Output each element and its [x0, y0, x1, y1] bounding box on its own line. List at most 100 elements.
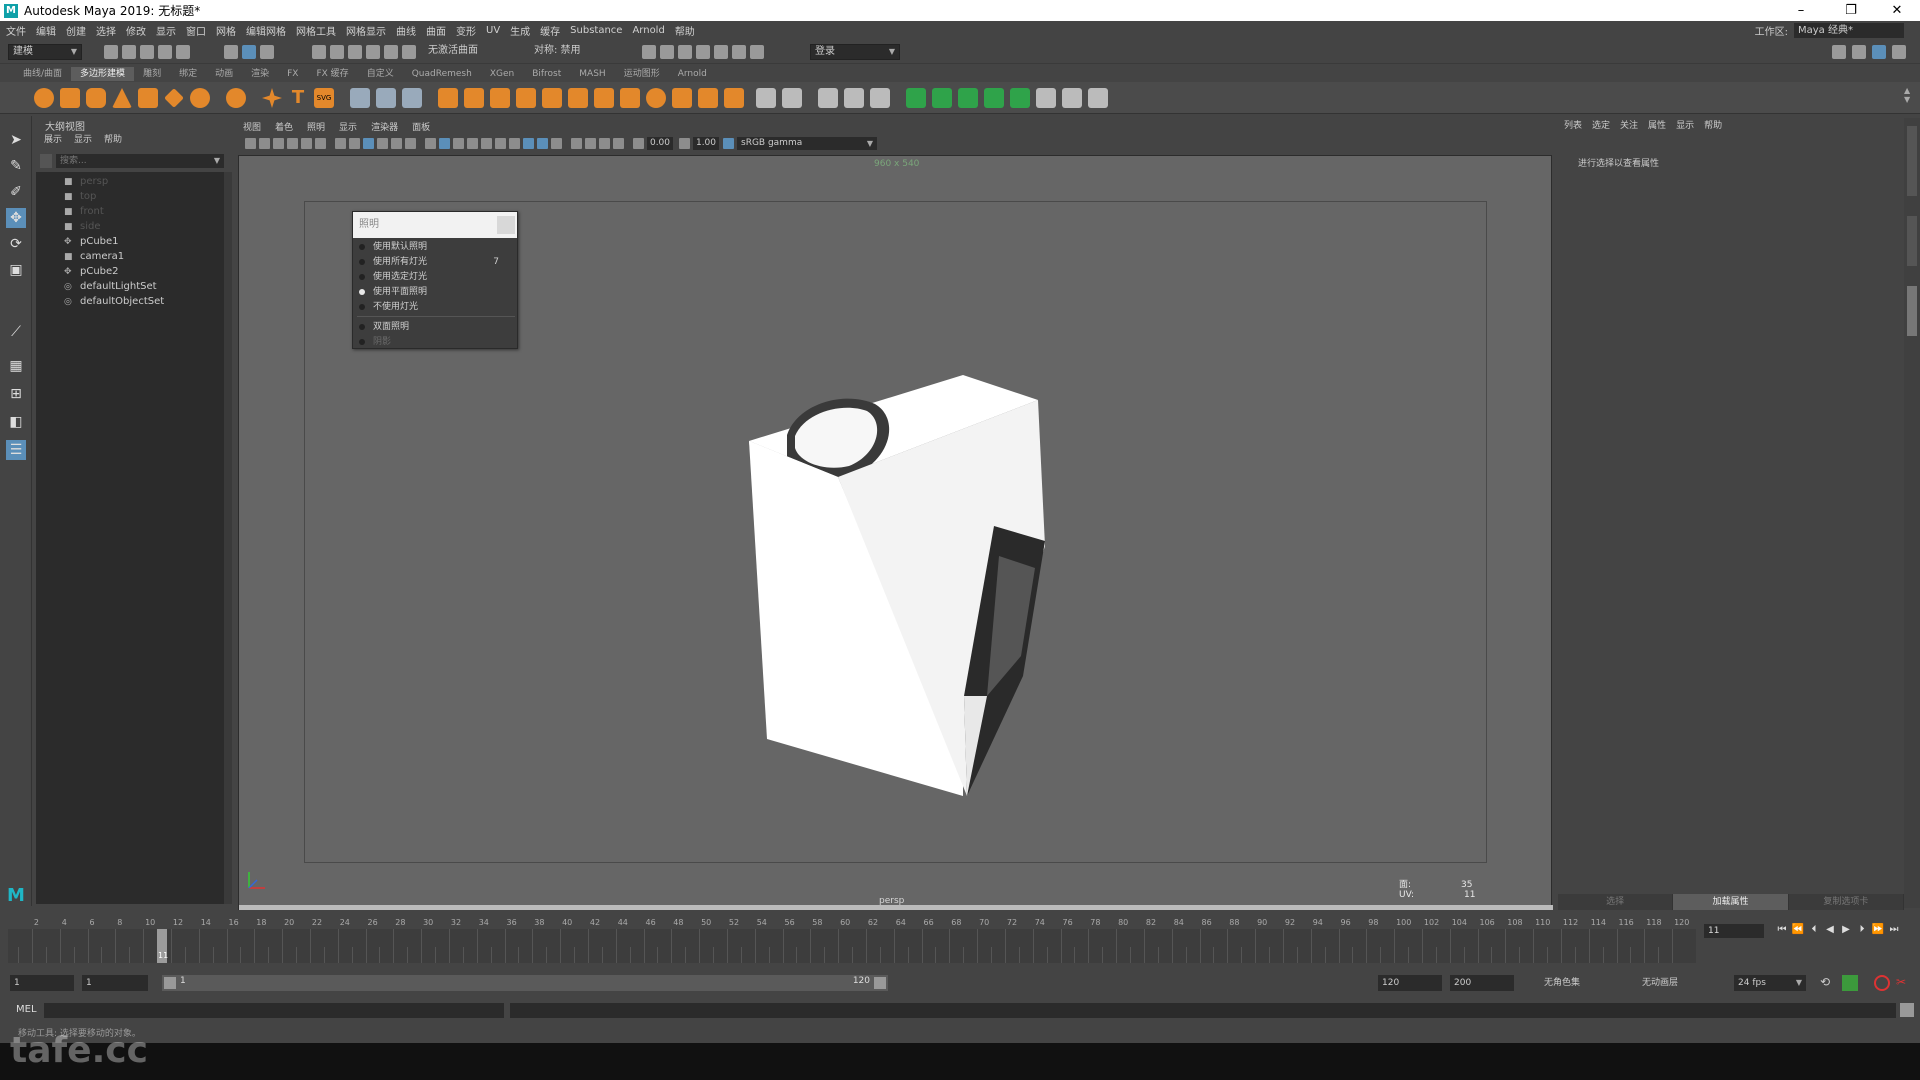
- menu-13[interactable]: 变形: [456, 23, 476, 38]
- shelf-tab-7[interactable]: FX 缓存: [307, 67, 357, 81]
- uv-editor-icon[interactable]: [1036, 88, 1056, 108]
- poly-cylinder-icon[interactable]: [86, 88, 106, 108]
- menu-11[interactable]: 曲线: [396, 23, 416, 38]
- mirror-icon[interactable]: [646, 88, 666, 108]
- fps-dropdown[interactable]: 24 fps ▼: [1734, 975, 1806, 991]
- smooth-icon[interactable]: [402, 88, 422, 108]
- auto-key-icon[interactable]: [1842, 975, 1858, 991]
- outliner-item[interactable]: ■ camera1: [64, 249, 124, 264]
- select-camera-icon[interactable]: [245, 138, 256, 149]
- gamma-icon[interactable]: [679, 138, 690, 149]
- wedge-icon[interactable]: [594, 88, 614, 108]
- scene-end-field[interactable]: 200: [1450, 975, 1514, 991]
- record-key-icon[interactable]: [1874, 975, 1890, 991]
- mel-label[interactable]: MEL: [16, 1004, 37, 1015]
- minimize-button[interactable]: –: [1784, 0, 1818, 21]
- extrude-icon[interactable]: [490, 88, 510, 108]
- camera-attributes-icon[interactable]: [259, 138, 270, 149]
- outliner-scrollbar[interactable]: [224, 172, 232, 904]
- poly-type-icon[interactable]: T: [288, 88, 308, 108]
- poly-disc-icon[interactable]: [190, 88, 210, 108]
- shelf-tab-5[interactable]: 渲染: [242, 67, 278, 81]
- menu-10[interactable]: 网格显示: [346, 23, 386, 38]
- outliner-menu-1[interactable]: 显示: [74, 132, 92, 146]
- view-transform-dropdown[interactable]: sRGB gamma ▼: [737, 137, 877, 150]
- viewport-menu-0[interactable]: 视图: [243, 120, 261, 134]
- playback-start-field[interactable]: 1: [82, 975, 148, 991]
- step-back-frame-icon[interactable]: ⏴: [1806, 924, 1822, 938]
- last-tool-icon[interactable]: ⟋: [6, 322, 26, 342]
- outliner-item[interactable]: ■ front: [64, 204, 104, 219]
- paint-select-icon[interactable]: ✐: [6, 182, 26, 202]
- shelf-tab-14[interactable]: Arnold: [669, 67, 716, 81]
- workspace-dropdown[interactable]: Maya 经典*: [1794, 23, 1904, 38]
- play-backwards-icon[interactable]: ◀: [1822, 924, 1838, 938]
- default-material-icon[interactable]: [453, 138, 464, 149]
- anti-aliasing-icon[interactable]: [551, 138, 562, 149]
- attr-menu-0[interactable]: 列表: [1564, 118, 1582, 134]
- cut-uv-icon[interactable]: [1062, 88, 1082, 108]
- grid-icon[interactable]: [335, 138, 346, 149]
- automatic-uv-icon[interactable]: [984, 88, 1004, 108]
- wireframe-icon[interactable]: [425, 138, 436, 149]
- restore-button[interactable]: ❐: [1834, 0, 1868, 21]
- shelf-tab-3[interactable]: 绑定: [170, 67, 206, 81]
- menu-7[interactable]: 网格: [216, 23, 236, 38]
- separate-icon[interactable]: [376, 88, 396, 108]
- render-settings-icon[interactable]: [696, 45, 710, 59]
- super-shape-icon[interactable]: [262, 88, 282, 108]
- lighting-option[interactable]: 使用选定灯光: [353, 270, 519, 285]
- poly-plane-icon[interactable]: [164, 88, 184, 108]
- shelf-tab-0[interactable]: 曲线/曲面: [14, 67, 71, 81]
- shelf-tab-6[interactable]: FX: [278, 67, 307, 81]
- sew-uv-icon[interactable]: [1088, 88, 1108, 108]
- viewport-menu-4[interactable]: 渲染器: [371, 120, 398, 134]
- outliner-search-input[interactable]: 搜索... ▼: [56, 154, 224, 168]
- symmetry-field[interactable]: 对称: 禁用: [530, 44, 610, 60]
- spherical-uv-icon[interactable]: [958, 88, 978, 108]
- gamma-field[interactable]: 1.00: [693, 137, 719, 150]
- loop-icon[interactable]: ⟲: [1820, 975, 1834, 989]
- command-input[interactable]: [44, 1003, 504, 1018]
- open-scene-icon[interactable]: [122, 45, 136, 59]
- poly-sphere-icon[interactable]: [34, 88, 54, 108]
- step-forward-frame-icon[interactable]: ⏵: [1854, 924, 1870, 938]
- fill-hole-icon[interactable]: [568, 88, 588, 108]
- step-back-key-icon[interactable]: ⏪: [1790, 924, 1806, 938]
- tear-off-handle-icon[interactable]: [497, 216, 515, 234]
- multi-cut-icon[interactable]: [756, 88, 776, 108]
- login-dropdown[interactable]: 登录 ▼: [810, 44, 900, 60]
- grease-pencil-icon[interactable]: [315, 138, 326, 149]
- range-slider[interactable]: 1 120: [162, 975, 888, 991]
- attr-menu-3[interactable]: 属性: [1648, 118, 1666, 134]
- menu-8[interactable]: 编辑网格: [246, 23, 286, 38]
- connect-icon[interactable]: [870, 88, 890, 108]
- outliner-item[interactable]: ■ persp: [64, 174, 108, 189]
- resolution-gate-icon[interactable]: [363, 138, 374, 149]
- insert-edge-loop-icon[interactable]: [844, 88, 864, 108]
- menu-6[interactable]: 窗口: [186, 23, 206, 38]
- bevel-icon[interactable]: [516, 88, 536, 108]
- textured-icon[interactable]: [481, 138, 492, 149]
- poly-torus-icon[interactable]: [138, 88, 158, 108]
- attribute-editor-icon[interactable]: [1872, 45, 1886, 59]
- lasso-tool-icon[interactable]: ✎: [6, 156, 26, 176]
- lighting-option[interactable]: 双面照明: [353, 320, 519, 335]
- field-chart-icon[interactable]: [391, 138, 402, 149]
- render-frame-icon[interactable]: [642, 45, 656, 59]
- attr-tab-1[interactable]: 加载属性: [1673, 894, 1789, 910]
- playback-end-field[interactable]: 120: [1378, 975, 1442, 991]
- attr-menu-2[interactable]: 关注: [1620, 118, 1638, 134]
- pause-icon[interactable]: [750, 45, 764, 59]
- step-forward-key-icon[interactable]: ⏩: [1870, 924, 1886, 938]
- outliner-layout-icon[interactable]: ☰: [6, 440, 26, 460]
- scene-start-field[interactable]: 1: [10, 975, 74, 991]
- tab-attribute-editor[interactable]: [1907, 286, 1917, 336]
- image-plane-icon[interactable]: [287, 138, 298, 149]
- select-object-icon[interactable]: [242, 45, 256, 59]
- shelf-tab-11[interactable]: Bifrost: [523, 67, 570, 81]
- motion-blur-icon[interactable]: [537, 138, 548, 149]
- snap-point-icon[interactable]: [348, 45, 362, 59]
- range-end-handle[interactable]: [874, 977, 886, 989]
- select-tool-icon[interactable]: ➤: [6, 130, 26, 150]
